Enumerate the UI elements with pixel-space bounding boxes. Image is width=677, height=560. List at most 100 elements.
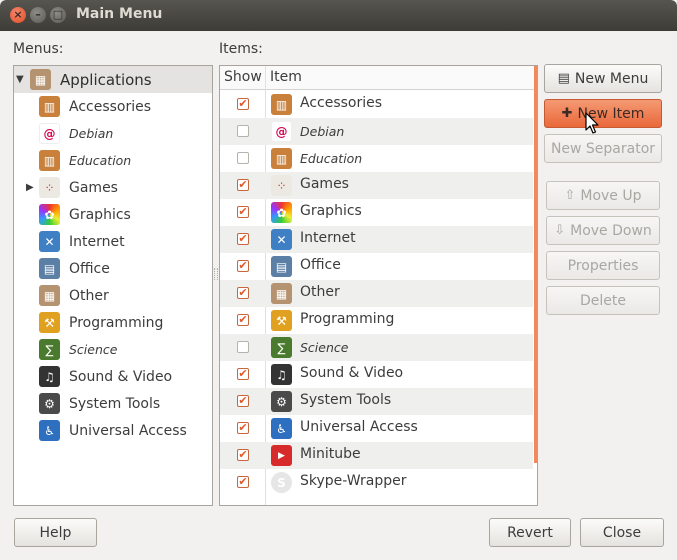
new-item-icon: ✚ [561, 106, 573, 121]
delete-button[interactable]: Delete [546, 286, 660, 315]
column-header-item[interactable]: Item [266, 66, 534, 90]
window-close-icon[interactable]: × [10, 7, 26, 23]
menus-label: Menus: [13, 41, 64, 57]
debian-icon: @ [271, 121, 292, 142]
menu-tree-item-debian[interactable]: @ Debian [14, 120, 113, 147]
menu-tree-item-label: Internet [69, 233, 125, 250]
item-label: Programming [300, 311, 395, 327]
menu-tree-item-internet[interactable]: ✕ Internet [14, 228, 125, 255]
table-row[interactable]: ✔ ⁘ Games [220, 172, 533, 199]
table-row[interactable]: ✔ ✕ Internet [220, 226, 533, 253]
show-checkbox[interactable]: ✔ [237, 179, 249, 191]
move-down-button[interactable]: ⇩ Move Down [546, 216, 660, 245]
menu-tree-item-education[interactable]: ▥ Education [14, 147, 131, 174]
table-row[interactable]: @ Debian [220, 118, 533, 145]
menu-tree-item-graphics[interactable]: ✿ Graphics [14, 201, 131, 228]
column-header-show[interactable]: Show [220, 66, 266, 90]
other-icon: ▦ [271, 283, 292, 304]
table-row[interactable]: ✔ ▦ Other [220, 280, 533, 307]
items-table[interactable]: Show Item ✔ ▥ Accessories @ Debian ▥ Education… [219, 65, 538, 506]
menu-tree-item-science[interactable]: ∑ Science [14, 336, 117, 363]
delete-label: Delete [580, 292, 626, 309]
new-menu-button[interactable]: ▤ New Menu [544, 64, 662, 93]
show-checkbox[interactable]: ✔ [237, 476, 249, 488]
close-button[interactable]: Close [580, 518, 664, 547]
item-label: Universal Access [300, 419, 418, 435]
table-row[interactable]: ✔ ▥ Accessories [220, 91, 533, 118]
minitube-icon: ▶ [271, 445, 292, 466]
table-row[interactable]: ✔ ♫ Sound & Video [220, 361, 533, 388]
show-checkbox[interactable]: ✔ [237, 260, 249, 272]
table-row[interactable]: ✔ ▤ Office [220, 253, 533, 280]
education-icon: ▥ [39, 150, 60, 171]
move-up-label: Move Up [580, 187, 642, 204]
show-checkbox[interactable] [237, 341, 249, 353]
item-label: Minitube [300, 446, 361, 462]
menu-tree-item-label: Education [69, 153, 132, 168]
window-minimize-icon[interactable]: – [30, 7, 46, 23]
show-checkbox[interactable]: ✔ [237, 422, 249, 434]
scrollbar[interactable] [534, 66, 537, 463]
pane-splitter-handle[interactable] [214, 268, 218, 280]
properties-button[interactable]: Properties [546, 251, 660, 280]
menu-tree-item-sound-video[interactable]: ♫ Sound & Video [14, 363, 172, 390]
show-checkbox[interactable]: ✔ [237, 395, 249, 407]
show-checkbox[interactable]: ✔ [237, 206, 249, 218]
menu-tree-item-other[interactable]: ▦ Other [14, 282, 109, 309]
menu-tree-item-accessories[interactable]: ▥ Accessories [14, 93, 151, 120]
sound-video-icon: ♫ [271, 364, 292, 385]
menu-tree-item-games[interactable]: ▶ ⁘ Games [14, 174, 118, 201]
graphics-icon: ✿ [39, 204, 60, 225]
help-button[interactable]: Help [14, 518, 97, 547]
show-checkbox[interactable]: ✔ [237, 287, 249, 299]
menu-tree-item-label: System Tools [69, 395, 161, 412]
menu-tree-item-office[interactable]: ▤ Office [14, 255, 110, 282]
menu-tree-item-label: Games [69, 179, 118, 196]
arrow-down-icon: ⇩ [554, 223, 566, 238]
table-row[interactable]: ✔ ⚙ System Tools [220, 388, 533, 415]
expander-closed-icon[interactable]: ▶ [26, 182, 34, 193]
window-title: Main Menu [76, 6, 163, 22]
mouse-pointer-icon [585, 112, 599, 134]
item-label: Sound & Video [300, 365, 404, 381]
table-row[interactable]: ▥ Education [220, 145, 533, 172]
show-checkbox[interactable]: ✔ [237, 449, 249, 461]
menu-tree-item-label: Office [69, 260, 110, 277]
new-item-button[interactable]: ✚ New Item [544, 99, 662, 128]
sound-video-icon: ♫ [39, 366, 60, 387]
show-checkbox[interactable]: ✔ [237, 314, 249, 326]
table-row[interactable]: ∑ Science [220, 334, 533, 361]
show-checkbox[interactable] [237, 125, 249, 137]
table-row[interactable]: ✔ ✿ Graphics [220, 199, 533, 226]
show-checkbox[interactable]: ✔ [237, 98, 249, 110]
menu-tree-item-universal-access[interactable]: ♿ Universal Access [14, 417, 187, 444]
table-row[interactable]: ✔ ⚒ Programming [220, 307, 533, 334]
debian-icon: @ [39, 123, 60, 144]
education-icon: ▥ [271, 148, 292, 169]
expander-open-icon[interactable]: ▼ [16, 74, 24, 85]
close-label: Close [602, 524, 642, 541]
move-up-button[interactable]: ⇧ Move Up [546, 181, 660, 210]
title-bar: × – □ Main Menu [0, 0, 677, 31]
help-label: Help [39, 524, 72, 541]
menu-tree-item-system-tools[interactable]: ⚙ System Tools [14, 390, 160, 417]
new-separator-button[interactable]: New Separator [544, 134, 662, 163]
menu-tree-item-label: Graphics [69, 206, 131, 223]
table-row[interactable]: ✔ S Skype-Wrapper [220, 469, 533, 496]
menu-tree-item-programming[interactable]: ⚒ Programming [14, 309, 163, 336]
menu-tree-item-applications[interactable]: ▼ ▦ Applications [14, 66, 212, 93]
menus-tree[interactable]: ▼ ▦ Applications ▥ Accessories @ Debian ▥ Educat… [13, 65, 213, 506]
revert-button[interactable]: Revert [489, 518, 571, 547]
show-checkbox[interactable] [237, 152, 249, 164]
menu-tree-item-label: Debian [69, 126, 114, 141]
universal-access-icon: ♿ [39, 420, 60, 441]
table-row[interactable]: ✔ ▶ Minitube [220, 442, 533, 469]
show-checkbox[interactable]: ✔ [237, 368, 249, 380]
window-maximize-icon[interactable]: □ [50, 7, 66, 23]
table-row[interactable]: ✔ ♿ Universal Access [220, 415, 533, 442]
item-label: Graphics [300, 203, 362, 219]
internet-icon: ✕ [39, 231, 60, 252]
system-tools-icon: ⚙ [39, 393, 60, 414]
menu-tree-item-label: Universal Access [69, 422, 187, 439]
show-checkbox[interactable]: ✔ [237, 233, 249, 245]
